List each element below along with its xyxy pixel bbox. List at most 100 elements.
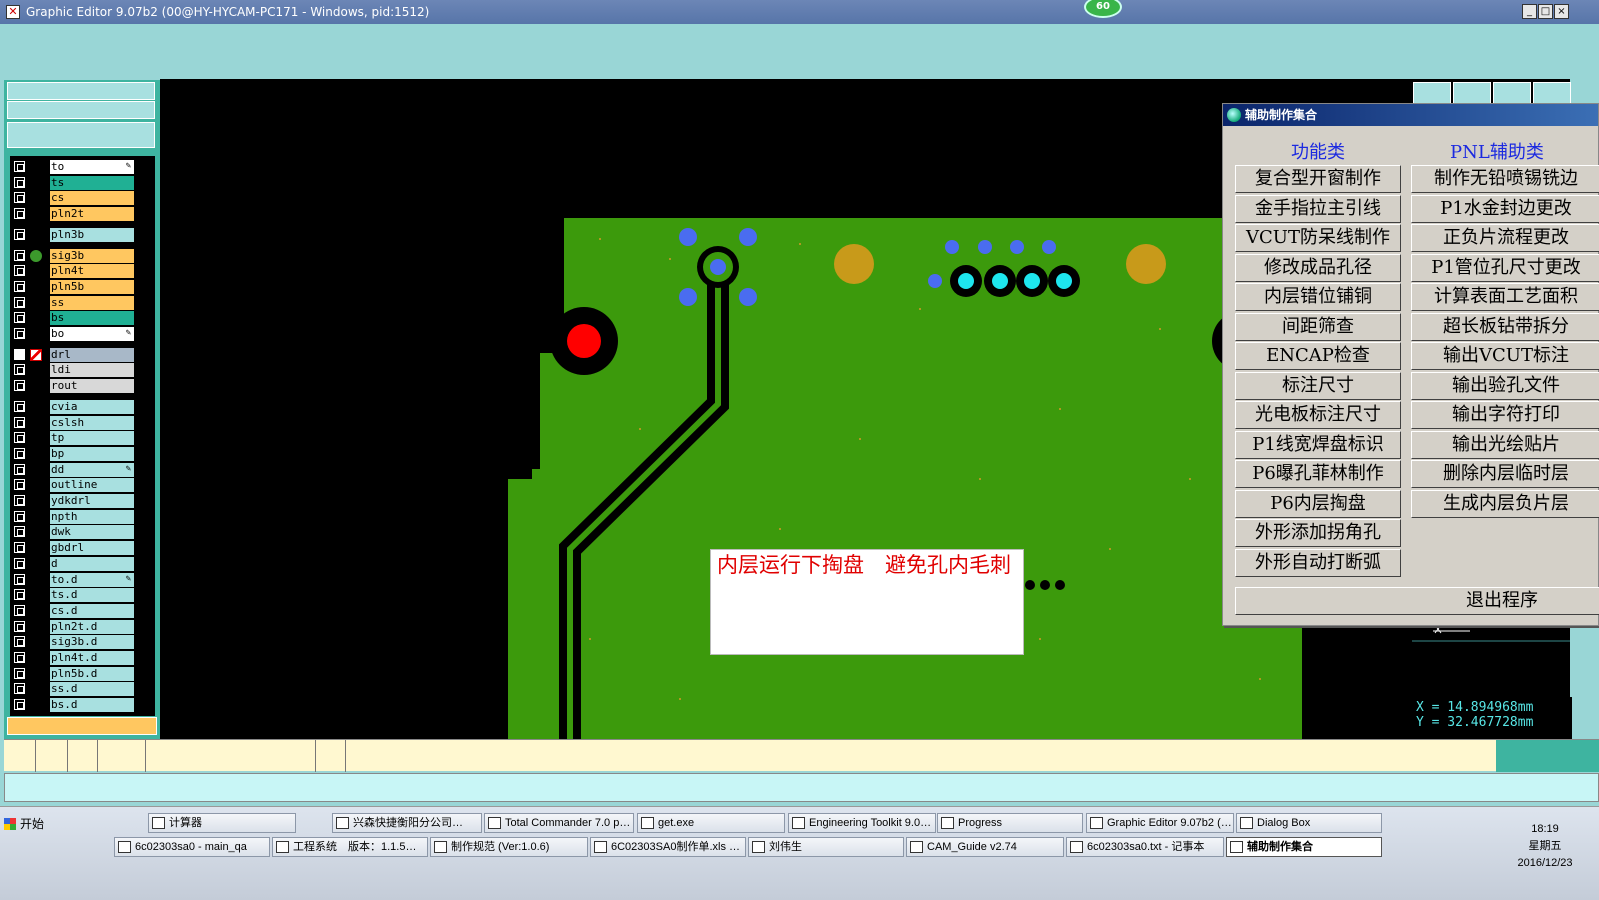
layer-name[interactable]: ts xyxy=(50,175,134,190)
layer-name[interactable]: pln3b xyxy=(50,227,134,242)
system-clock[interactable]: 18:19 星期五 2016/12/23 xyxy=(1500,821,1590,872)
layer-name[interactable]: outline xyxy=(50,478,134,493)
close-button[interactable]: × xyxy=(1554,4,1569,19)
layer-name[interactable]: d xyxy=(50,556,134,571)
panel-field-2[interactable] xyxy=(7,101,155,119)
layer-name[interactable]: cs xyxy=(50,191,134,206)
layer-name[interactable]: rout xyxy=(50,379,134,394)
layer-name[interactable]: cvia xyxy=(50,399,134,414)
layer-name[interactable]: pln4t.d xyxy=(50,651,134,665)
layer-name[interactable]: sig3b.d xyxy=(50,635,134,650)
layer-name[interactable]: dd ✎ xyxy=(50,462,134,477)
layer-name[interactable]: ldi xyxy=(50,363,134,378)
layer-row[interactable]: pln2t.d xyxy=(10,619,155,634)
layer-name[interactable]: ydkdrl xyxy=(50,494,134,508)
layer-name[interactable]: bs.d xyxy=(50,698,134,713)
view-box-1[interactable] xyxy=(1413,82,1451,104)
layer-name[interactable]: cslsh xyxy=(50,415,134,430)
pnl-button[interactable]: 输出验孔文件 xyxy=(1411,371,1599,400)
function-button[interactable]: 内层错位铺铜 xyxy=(1235,283,1401,311)
layer-checkbox[interactable] xyxy=(14,364,25,376)
exit-button[interactable]: 退出程序 xyxy=(1235,587,1599,615)
layer-row[interactable]: pln4t.d xyxy=(10,650,155,665)
layer-checkbox[interactable] xyxy=(14,636,25,648)
taskbar-button[interactable]: 6c02303sa0.txt - 记事本 xyxy=(1066,837,1224,857)
function-button[interactable]: 间距筛查 xyxy=(1235,312,1401,341)
layer-checkbox[interactable] xyxy=(14,557,25,569)
layer-name[interactable]: pln5b xyxy=(50,279,134,294)
layer-row[interactable]: outline xyxy=(10,477,155,493)
layer-checkbox[interactable] xyxy=(14,249,25,261)
layer-row[interactable]: bo ✎ xyxy=(10,326,155,341)
layer-row[interactable]: pln5b xyxy=(10,279,155,294)
taskbar-button[interactable]: CAM_Guide v2.74 xyxy=(906,837,1064,857)
layer-checkbox[interactable] xyxy=(14,400,25,412)
taskbar-button[interactable]: 工程系统 版本：1.1.5… xyxy=(272,837,428,857)
layer-checkbox[interactable] xyxy=(14,312,25,324)
layer-name[interactable]: to.d ✎ xyxy=(50,572,134,587)
start-button[interactable]: 开始 xyxy=(2,813,52,835)
pnl-button[interactable]: 输出字符打印 xyxy=(1411,401,1599,429)
layer-row[interactable]: bs.d xyxy=(10,697,155,713)
layer-name[interactable]: gbdrl xyxy=(50,541,134,556)
taskbar-button[interactable]: Dialog Box xyxy=(1236,813,1382,833)
pnl-button[interactable]: 输出光绘贴片 xyxy=(1411,430,1599,459)
layer-name[interactable]: pln5b.d xyxy=(50,666,134,681)
layer-name[interactable]: drl xyxy=(50,347,134,362)
layer-row[interactable]: tp xyxy=(10,430,155,446)
taskbar-button[interactable]: Progress xyxy=(937,813,1083,833)
layer-row[interactable]: sig3b xyxy=(10,248,155,263)
panel-field-3[interactable] xyxy=(7,122,155,148)
layer-checkbox[interactable] xyxy=(14,192,25,204)
taskbar-button[interactable]: 辅助制作集合 xyxy=(1226,837,1382,857)
pnl-button[interactable]: 计算表面工艺面积 xyxy=(1411,283,1599,311)
layer-row[interactable]: pln3b xyxy=(10,227,155,242)
layer-checkbox[interactable] xyxy=(14,208,25,220)
layer-checkbox[interactable] xyxy=(14,510,25,522)
layer-row[interactable]: cs xyxy=(10,190,155,206)
layer-checkbox[interactable] xyxy=(14,296,25,308)
layer-name[interactable]: ss.d xyxy=(50,682,134,697)
layer-row[interactable]: bs xyxy=(10,310,155,326)
layer-row[interactable]: ydkdrl xyxy=(10,493,155,508)
layer-checkbox[interactable] xyxy=(14,447,25,459)
pnl-button[interactable]: 正负片流程更改 xyxy=(1411,224,1599,252)
dialog-title-bar[interactable]: 辅助制作集合 xyxy=(1223,104,1598,126)
command-line[interactable] xyxy=(4,773,1599,802)
layer-checkbox[interactable] xyxy=(14,328,25,339)
layer-checkbox[interactable] xyxy=(14,348,25,360)
layer-row[interactable]: ss xyxy=(10,295,155,310)
layer-checkbox[interactable] xyxy=(14,432,25,444)
function-button[interactable]: 外形自动打断弧 xyxy=(1235,548,1401,577)
pnl-button[interactable]: 制作无铅喷锡铣边 xyxy=(1411,165,1599,193)
layer-name[interactable]: pln4t xyxy=(50,264,134,279)
function-button[interactable]: P1线宽焊盘标识 xyxy=(1235,430,1401,459)
layer-row[interactable]: ss.d xyxy=(10,681,155,697)
function-button[interactable]: 光电板标注尺寸 xyxy=(1235,401,1401,429)
layer-checkbox[interactable] xyxy=(14,265,25,277)
minimize-button[interactable]: _ xyxy=(1522,4,1537,19)
layer-name[interactable]: pln2t xyxy=(50,207,134,222)
layer-name[interactable]: npth xyxy=(50,509,134,524)
layer-row[interactable]: cvia xyxy=(10,399,155,414)
layer-checkbox[interactable] xyxy=(14,699,25,711)
function-button[interactable]: ENCAP检查 xyxy=(1235,342,1401,370)
layer-checkbox[interactable] xyxy=(14,416,25,428)
layer-checkbox[interactable] xyxy=(14,652,25,663)
pnl-button[interactable]: P1水金封边更改 xyxy=(1411,194,1599,223)
layer-checkbox[interactable] xyxy=(14,573,25,585)
layer-row[interactable]: ts xyxy=(10,175,155,190)
taskbar-button[interactable]: 6c02303sa0 - main_qa xyxy=(114,837,270,857)
layer-name[interactable]: sig3b xyxy=(50,248,134,263)
layer-name[interactable]: ts.d xyxy=(50,588,134,603)
layer-checkbox[interactable] xyxy=(14,280,25,292)
layer-checkbox[interactable] xyxy=(14,161,25,172)
layer-name[interactable]: to ✎ xyxy=(50,160,134,174)
layer-checkbox[interactable] xyxy=(14,589,25,601)
layer-row[interactable]: pln2t xyxy=(10,206,155,222)
layer-checkbox[interactable] xyxy=(14,683,25,695)
layer-checkbox[interactable] xyxy=(14,228,25,240)
function-button[interactable]: 金手指拉主引线 xyxy=(1235,194,1401,223)
function-button[interactable]: P6曝孔菲林制作 xyxy=(1235,460,1401,488)
layer-name[interactable]: tp xyxy=(50,431,134,446)
